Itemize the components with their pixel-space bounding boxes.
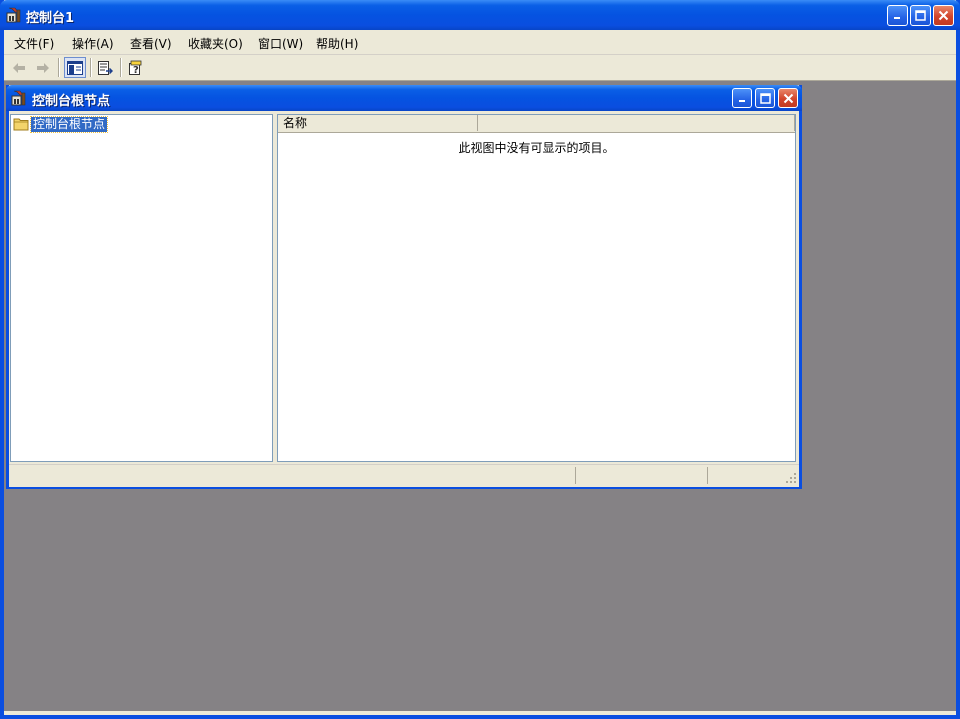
close-button[interactable] bbox=[933, 5, 954, 26]
empty-list-message: 此视图中没有可显示的项目。 bbox=[458, 141, 615, 155]
close-icon bbox=[938, 10, 949, 21]
close-icon bbox=[783, 93, 793, 103]
menu-help[interactable]: 帮助(H) bbox=[314, 35, 360, 52]
mdi-workspace: 控制台根节点 控制台根节点 名称 此视图中没有可显示的项目。 bbox=[4, 81, 956, 711]
toolbar: ? bbox=[4, 55, 956, 81]
menu-file[interactable]: 文件(F) bbox=[12, 35, 56, 52]
maximize-icon bbox=[759, 92, 771, 104]
menu-bar: 文件(F) 操作(A) 查看(V) 收藏夹(O) 窗口(W) 帮助(H) bbox=[4, 30, 956, 55]
child-window: 控制台根节点 控制台根节点 名称 此视图中没有可显示的项目。 bbox=[6, 85, 802, 489]
list-header: 名称 bbox=[278, 115, 795, 133]
app-window: 控制台1 文件(F) 操作(A) 查看(V) 收藏夹(O) 窗口(W) 帮助(H… bbox=[0, 0, 960, 719]
menu-favorites[interactable]: 收藏夹(O) bbox=[186, 35, 245, 52]
list-pane[interactable]: 名称 此视图中没有可显示的项目。 bbox=[277, 114, 796, 462]
export-list-icon bbox=[98, 60, 113, 75]
child-window-title: 控制台根节点 bbox=[32, 94, 111, 109]
maximize-button[interactable] bbox=[910, 5, 931, 26]
child-close-button[interactable] bbox=[778, 88, 798, 108]
show-hide-tree-icon bbox=[67, 60, 83, 75]
menu-action[interactable]: 操作(A) bbox=[70, 35, 116, 52]
status-pane-divider bbox=[707, 467, 708, 484]
child-maximize-button[interactable] bbox=[755, 88, 775, 108]
child-minimize-button[interactable] bbox=[732, 88, 752, 108]
mmc-console-icon bbox=[6, 7, 21, 23]
column-header-blank[interactable] bbox=[478, 115, 795, 131]
maximize-icon bbox=[915, 10, 926, 21]
window-title: 控制台1 bbox=[26, 11, 75, 26]
status-bar bbox=[9, 464, 799, 487]
minimize-icon bbox=[738, 99, 745, 102]
minimize-button[interactable] bbox=[887, 5, 908, 26]
status-pane-divider bbox=[575, 467, 576, 484]
menu-view[interactable]: 查看(V) bbox=[128, 35, 174, 52]
forward-button[interactable] bbox=[32, 57, 54, 78]
column-header-name[interactable]: 名称 bbox=[278, 115, 478, 131]
menu-window[interactable]: 窗口(W) bbox=[256, 35, 305, 52]
tree-pane[interactable]: 控制台根节点 bbox=[10, 114, 273, 462]
help-icon: ? bbox=[129, 60, 142, 76]
tree-node-label[interactable]: 控制台根节点 bbox=[29, 115, 109, 133]
export-list-button[interactable] bbox=[94, 57, 116, 78]
toolbar-separator bbox=[120, 58, 122, 77]
back-arrow-icon bbox=[13, 62, 25, 73]
toolbar-separator bbox=[58, 58, 60, 77]
help-button[interactable]: ? bbox=[125, 57, 147, 78]
back-button[interactable] bbox=[8, 57, 30, 78]
resize-grip-icon[interactable] bbox=[785, 472, 797, 484]
child-title-bar[interactable]: 控制台根节点 bbox=[6, 85, 802, 111]
mmc-console-icon bbox=[11, 90, 26, 106]
folder-icon bbox=[13, 118, 29, 131]
show-hide-tree-button[interactable] bbox=[64, 57, 86, 78]
forward-arrow-icon bbox=[37, 62, 49, 73]
svg-text:?: ? bbox=[133, 65, 139, 76]
minimize-icon bbox=[894, 17, 900, 19]
toolbar-separator bbox=[90, 58, 92, 77]
tree-node-console-root[interactable]: 控制台根节点 bbox=[13, 115, 109, 133]
title-bar[interactable]: 控制台1 bbox=[0, 0, 960, 30]
